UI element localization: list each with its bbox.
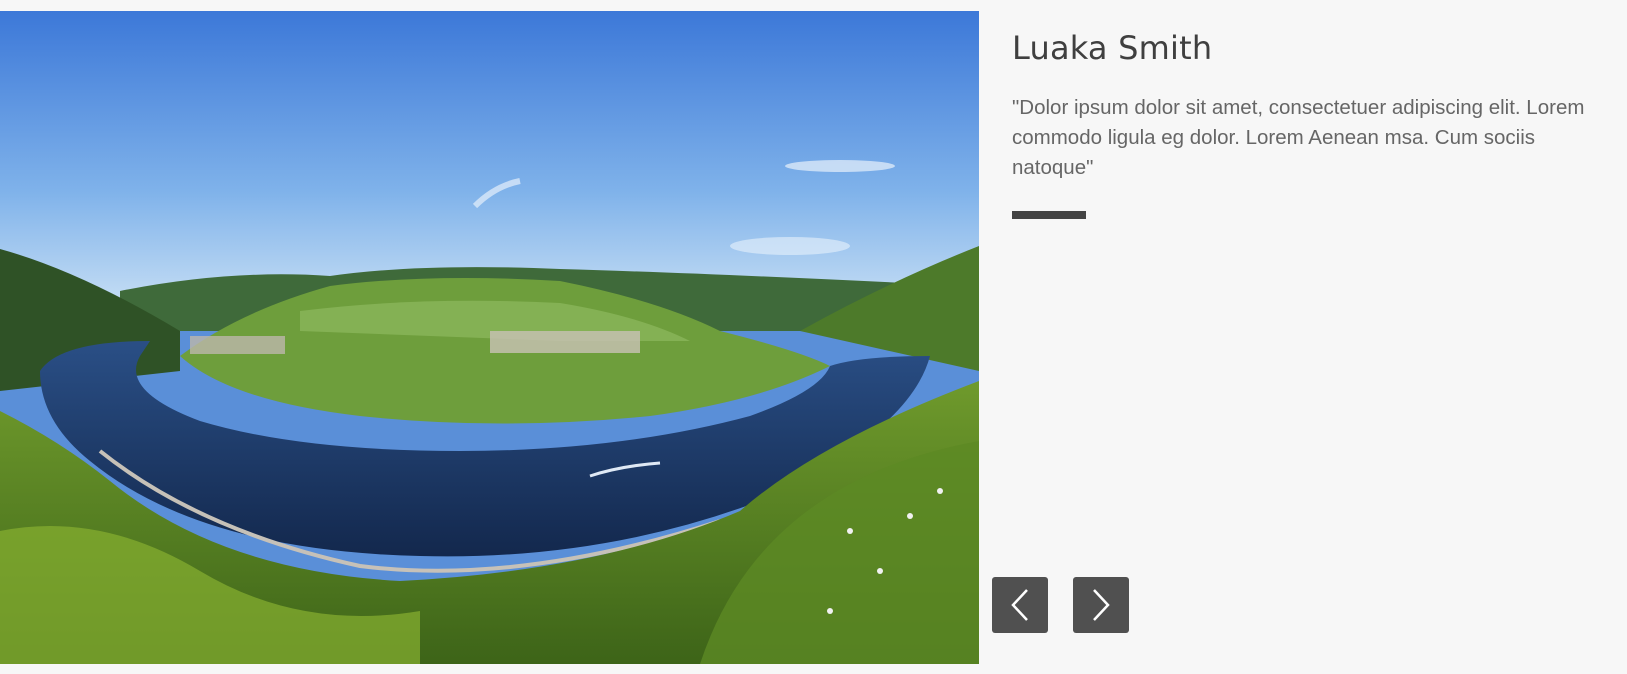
divider-bar [1012, 211, 1086, 219]
testimonial-name: Luaka Smith [1012, 29, 1213, 67]
testimonial-content: Luaka Smith "Dolor ipsum dolor sit amet,… [1012, 24, 1622, 219]
landscape-photo [0, 11, 979, 664]
prev-button[interactable] [992, 577, 1048, 633]
chevron-left-icon [1011, 589, 1028, 621]
next-button[interactable] [1073, 577, 1129, 633]
testimonial-slider: Luaka Smith "Dolor ipsum dolor sit amet,… [0, 0, 1627, 674]
chevron-right-icon [1093, 589, 1110, 621]
testimonial-quote: "Dolor ipsum dolor sit amet, consectetue… [1012, 96, 1585, 179]
